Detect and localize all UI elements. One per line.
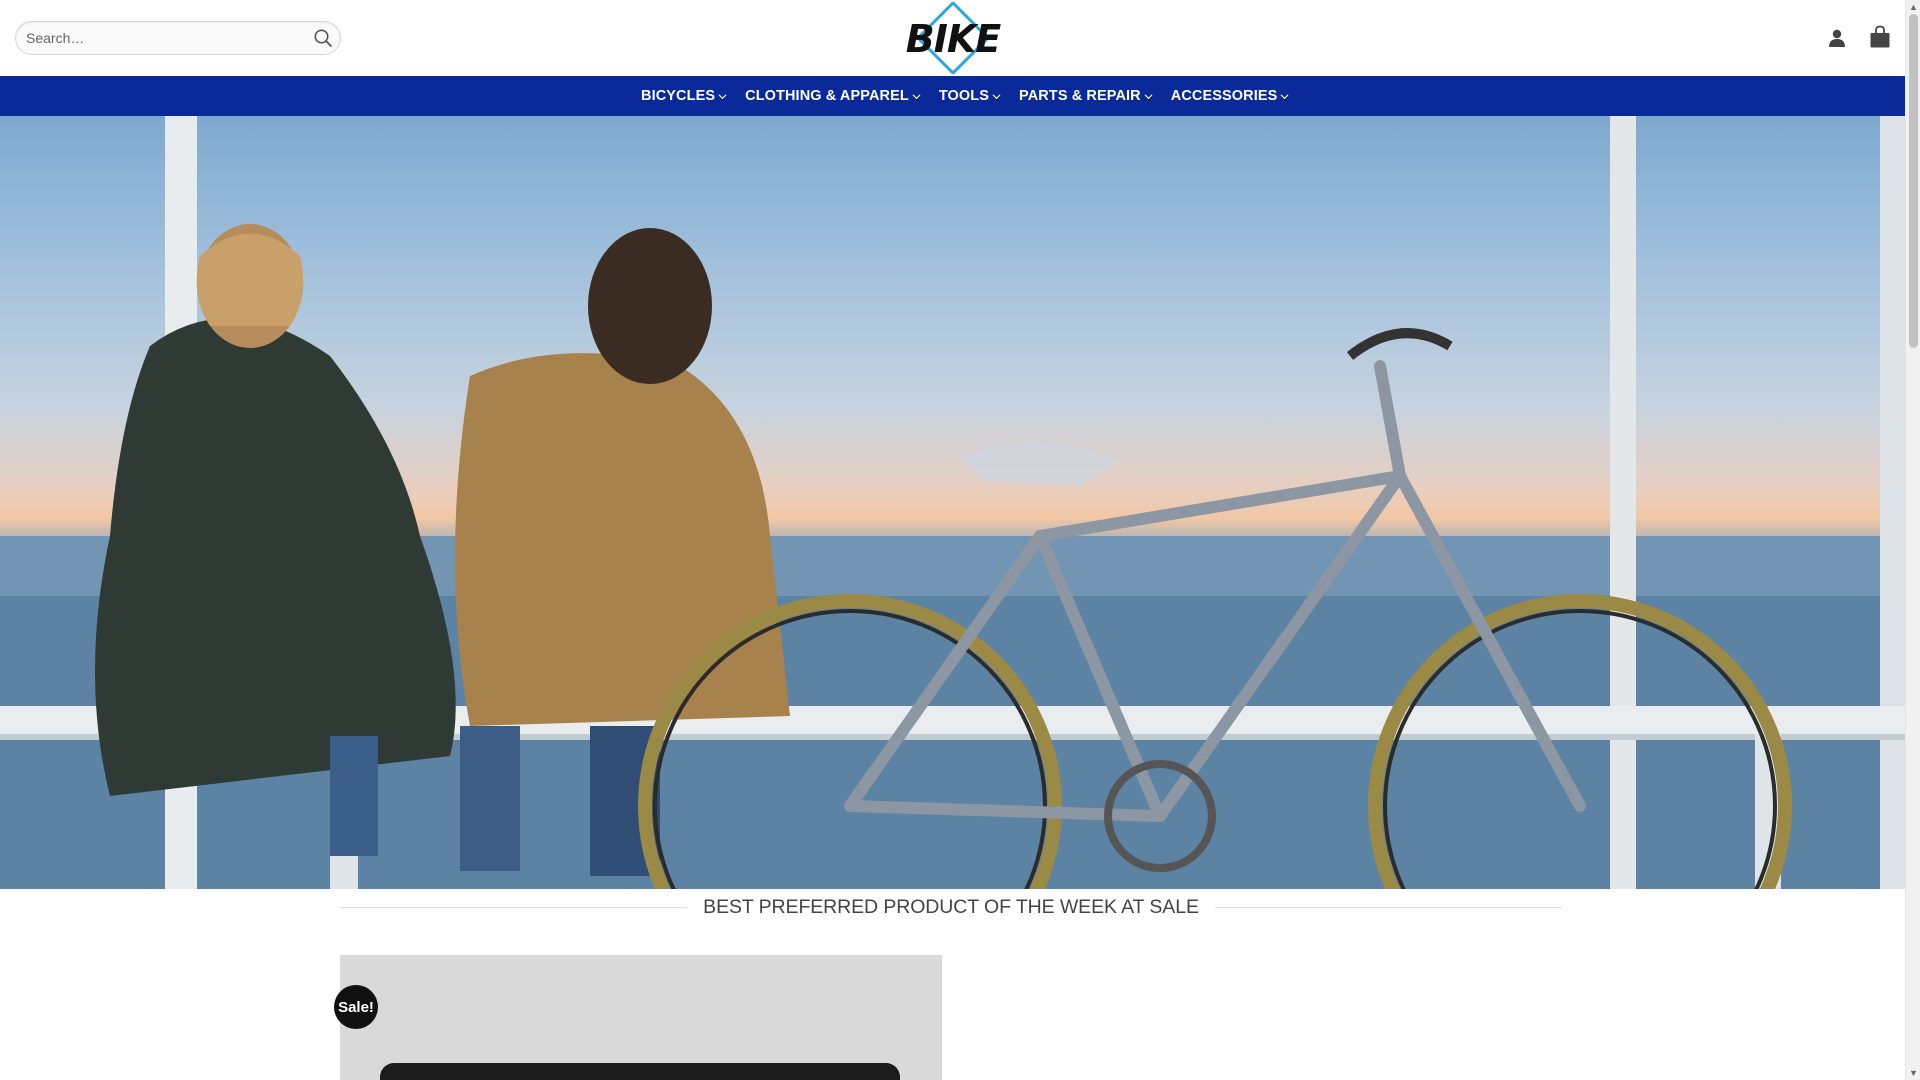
main-navigation: BICYCLES CLOTHING & APPAREL TOOLS PARTS … (0, 76, 1905, 116)
hero-illustration (0, 116, 1905, 889)
product-card-image[interactable] (340, 955, 942, 1080)
chevron-down-icon (912, 93, 921, 99)
heading-divider-right (1214, 906, 1563, 908)
chevron-down-icon (1280, 93, 1289, 99)
chevron-down-icon (718, 93, 727, 99)
nav-label: BICYCLES (641, 88, 716, 104)
chevron-down-icon (1144, 93, 1153, 99)
page: BIKE BICYCLES CLOTHING & APPAREL TOOLS P… (0, 0, 1905, 1080)
section-title: BEST PREFERRED PRODUCT OF THE WEEK AT SA… (703, 895, 1199, 918)
account-button[interactable] (1827, 28, 1847, 48)
nav-item-clothing-apparel[interactable]: CLOTHING & APPAREL (736, 76, 930, 116)
nav-item-bicycles[interactable]: BICYCLES (632, 76, 736, 116)
hero-banner-image (0, 116, 1905, 889)
search-input[interactable] (26, 22, 306, 54)
site-header: BIKE (0, 0, 1905, 76)
scrollbar[interactable]: ▲ ▼ (1905, 0, 1920, 1080)
user-icon (1829, 29, 1845, 47)
nav-item-parts-repair[interactable]: PARTS & REPAIR (1010, 76, 1162, 116)
scrollbar-thumb[interactable] (1909, 14, 1918, 348)
cart-button[interactable] (1869, 25, 1891, 49)
heading-divider-left (340, 906, 688, 908)
section-heading: BEST PREFERRED PRODUCT OF THE WEEK AT SA… (340, 893, 1563, 921)
sale-badge: Sale! (334, 985, 378, 1029)
search-icon (314, 29, 332, 47)
nav-label: CLOTHING & APPAREL (745, 88, 909, 104)
nav-label: ACCESSORIES (1170, 88, 1278, 104)
scroll-down-arrow-icon[interactable]: ▼ (1906, 1066, 1920, 1080)
logo-text: BIKE (906, 17, 1002, 61)
logo-image: BIKE (906, 0, 1002, 76)
shopping-bag-icon (1870, 25, 1890, 48)
site-logo[interactable]: BIKE (900, 0, 1006, 76)
nav-label: TOOLS (938, 88, 990, 104)
search-button[interactable] (312, 27, 334, 49)
search-form (15, 21, 341, 55)
nav-label: PARTS & REPAIR (1019, 88, 1141, 104)
chevron-down-icon (992, 93, 1001, 99)
product-image (380, 1063, 900, 1080)
nav-item-tools[interactable]: TOOLS (930, 76, 1010, 116)
scroll-up-arrow-icon[interactable]: ▲ (1906, 0, 1920, 14)
nav-item-accessories[interactable]: ACCESSORIES (1162, 76, 1299, 116)
